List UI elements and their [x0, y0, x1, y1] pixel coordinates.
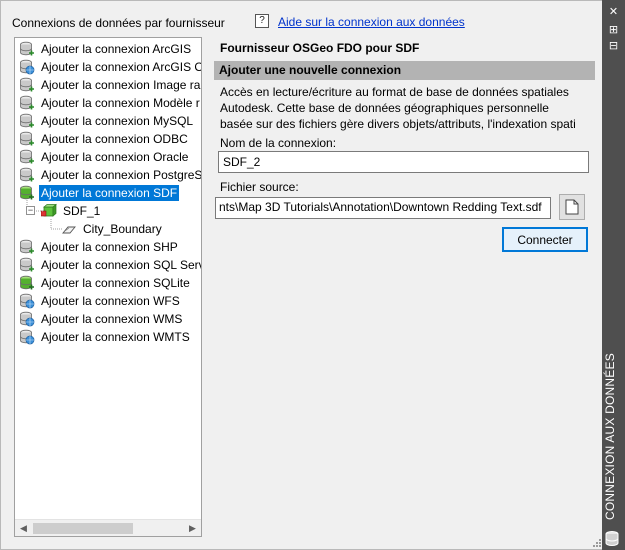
- resize-grip-icon[interactable]: [591, 537, 601, 547]
- database-icon: [605, 531, 619, 546]
- browse-file-button[interactable]: [559, 194, 585, 220]
- tree-item-label: Ajouter la connexion WFS: [41, 294, 180, 308]
- scroll-left-icon[interactable]: ◀: [15, 520, 32, 536]
- help-link[interactable]: Aide sur la connexion aux données: [278, 15, 465, 29]
- provider-description: Accès en lecture/écriture au format de b…: [220, 84, 590, 132]
- data-connect-dialog: Connexions de données par fournisseur ? …: [0, 0, 602, 550]
- source-file-input[interactable]: nts\Map 3D Tutorials\Annotation\Downtown…: [215, 197, 551, 219]
- palette-title: CONNEXION AUX DONNÉES: [603, 353, 617, 520]
- scroll-thumb[interactable]: [33, 523, 133, 534]
- close-icon[interactable]: ✕: [606, 6, 621, 19]
- properties-icon[interactable]: ⊟: [606, 40, 621, 53]
- tree-connector-lines: [26, 200, 63, 230]
- source-file-value: nts\Map 3D Tutorials\Annotation\Downtown…: [219, 200, 542, 214]
- provider-title: Fournisseur OSGeo FDO pour SDF: [220, 41, 420, 55]
- tree-list: Ajouter la connexion ArcGIS Ajouter la co…: [15, 38, 201, 519]
- horizontal-scrollbar[interactable]: ◀ ▶: [15, 519, 201, 536]
- description-line: basée sur des fichiers gère divers objet…: [220, 117, 576, 131]
- description-line: Autodesk. Cette base de données géograph…: [220, 101, 549, 115]
- provider-tree[interactable]: Ajouter la connexion ArcGIS Ajouter la co…: [14, 37, 202, 537]
- connect-button[interactable]: Connecter: [502, 227, 588, 252]
- scroll-right-icon[interactable]: ▶: [184, 520, 201, 536]
- tree-item[interactable]: Ajouter la connexion WMS: [19, 310, 184, 328]
- tree-item[interactable]: Ajouter la connexion WFS: [19, 292, 182, 310]
- tree-item-label: Ajouter la connexion WMS: [41, 312, 183, 326]
- description-line: Accès en lecture/écriture au format de b…: [220, 85, 569, 99]
- section-header: Ajouter une nouvelle connexion: [214, 61, 595, 80]
- globe-database-icon: [19, 329, 35, 345]
- tree-item-label: Ajouter la connexion WMTS: [41, 330, 190, 344]
- help-icon[interactable]: ?: [255, 14, 269, 28]
- panel-title: Connexions de données par fournisseur: [12, 16, 225, 30]
- pin-icon[interactable]: ⊞: [606, 24, 621, 37]
- globe-database-icon: [19, 311, 35, 327]
- file-icon: [565, 199, 579, 215]
- connection-name-label: Nom de la connexion:: [220, 136, 337, 150]
- globe-database-icon: [19, 293, 35, 309]
- tree-item[interactable]: Ajouter la connexion WMTS: [19, 328, 192, 346]
- source-file-label: Fichier source:: [220, 180, 299, 194]
- connection-name-input[interactable]: [218, 151, 589, 173]
